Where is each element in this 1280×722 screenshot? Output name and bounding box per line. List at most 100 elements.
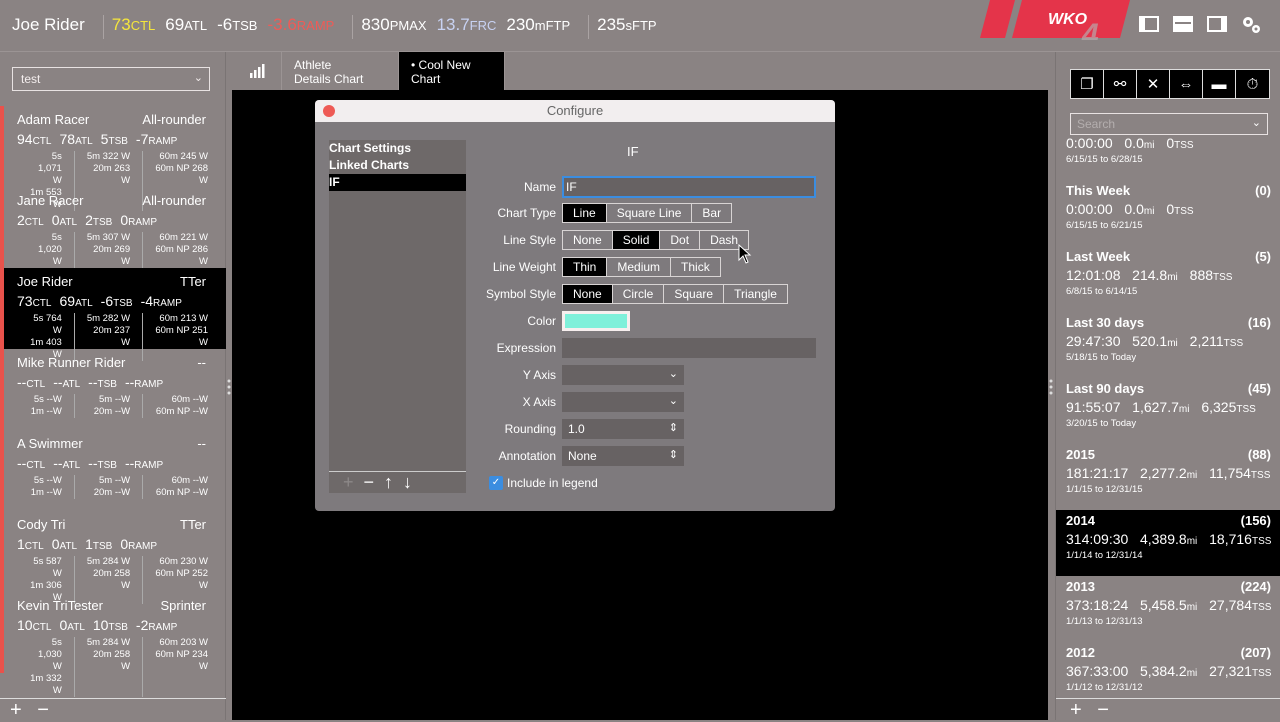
athlete-name: Cody Tri [17,517,66,532]
athlete-card[interactable]: Mike Runner Rider -- --CTL --ATL --TSB --RAMP… [0,349,226,430]
date-range-item[interactable]: 2015 (88) 181:21:17 2,277.2mi 11,754TSS 1/1… [1056,444,1280,510]
line-weight-option[interactable]: Thick [671,258,720,276]
right-panel-icon[interactable] [1206,14,1228,34]
chart-library-tab[interactable] [232,52,282,90]
current-athlete-name[interactable]: Joe Rider [12,15,85,35]
add-athlete-button[interactable]: + [10,699,22,721]
ctl-value: -- [17,374,27,390]
athlete-card[interactable]: A Swimmer -- --CTL --ATL --TSB --RAMP 5s --W 1m… [0,430,226,511]
rounding-select[interactable]: 1.0 ⇕ [562,419,684,439]
y-axis-select[interactable]: ⌄ [562,365,684,385]
series-list-footer: + − ↑ ↓ [329,471,466,493]
athlete-name: Joe Rider [17,274,73,289]
ramp-unit: RAMP [134,379,164,390]
distance-unit: mi [1143,206,1155,217]
stopwatch-icon[interactable]: ⏱ [1236,70,1269,98]
athlete-fitness: 2CTL 0ATL 2TSB 0RAMP [17,212,220,228]
symbol-style-option[interactable]: Square [664,285,725,303]
divider [352,15,354,39]
line-weight-option[interactable]: Medium [607,258,672,276]
chain-link-icon[interactable]: ⚯ [1104,70,1137,98]
athlete-card[interactable]: Jane Racer All-rounder 2CTL 0ATL 2TSB 0RAMP 5s… [0,187,226,292]
symbol-style-option[interactable]: None [563,285,613,303]
move-up-button[interactable]: ↑ [384,472,393,493]
dialog-titlebar[interactable]: Configure [315,100,835,122]
date-range-item[interactable]: Last 30 days (16) 29:47:30 520.1mi 2,211TS… [1056,312,1280,378]
left-splitter-handle[interactable] [227,378,231,398]
color-swatch [565,314,627,328]
athlete-group-select[interactable]: test ⌄ [12,67,210,91]
series-list-item[interactable]: IF [329,174,466,191]
annotation-select[interactable]: None ⇕ [562,446,684,466]
name-input[interactable] [562,176,816,198]
crossed-tools-icon[interactable]: ✕ [1137,70,1170,98]
athlete-fitness: --CTL --ATL --TSB --RAMP [17,374,220,390]
line-style-option[interactable]: Dot [660,231,701,249]
metric-sftp: 235sFTP [597,15,657,34]
athlete-card[interactable]: Cody Tri TTer 1CTL 0ATL 1TSB 0RAMP 5s 587 W 1m … [0,511,226,604]
range-distance: 0.0 [1124,135,1144,151]
date-range-item[interactable]: This Week (0) 0:00:00 0.0mi 0TSS 6/15/15 to… [1056,180,1280,246]
range-dates: 1/1/12 to 12/31/12 [1066,682,1143,693]
athlete-card[interactable]: Joe Rider TTer 73CTL 69ATL -6TSB -4RAMP 5s 764… [0,268,226,361]
series-list-item[interactable]: Chart Settings [329,140,466,157]
line-weight-label: Line Weight [492,260,556,274]
right-splitter-handle[interactable] [1049,378,1053,398]
ctl-unit: CTL [26,379,46,390]
tab-athlete-details-chart[interactable]: Athlete Details Chart [282,52,399,90]
chevron-down-icon: ⌄ [193,72,203,84]
include-in-legend-checkbox[interactable]: ✓ [489,476,503,490]
line-style-option[interactable]: Solid [612,231,661,249]
line-weight-option[interactable]: Thin [563,258,608,276]
double-arrow-icon[interactable]: ⇔ [1170,70,1203,98]
tss-unit: TSS [1251,602,1272,613]
remove-range-button[interactable]: − [1097,699,1109,721]
range-distance: 4,389.8 [1139,531,1187,547]
athlete-card[interactable]: Adam Racer All-rounder 94CTL 78ATL 5TSB -7RAM… [0,106,226,211]
chart-type-option[interactable]: Line [563,204,607,222]
toolbox-icon[interactable]: ▬ [1203,70,1236,98]
gears-icon[interactable] [1240,14,1262,34]
athlete-type: Sprinter [160,598,206,613]
x-axis-select[interactable]: ⌄ [562,392,684,412]
series-list-item[interactable]: Linked Charts [329,157,466,174]
chart-type-option[interactable]: Square Line [606,204,693,222]
athlete-name: Kevin TriTester [17,598,103,613]
add-range-button[interactable]: + [1070,699,1082,721]
expression-input[interactable] [562,338,816,358]
tsb-unit: TSB [92,541,113,552]
atl-unit: ATL [62,460,81,471]
date-range-item[interactable]: Last Week (5) 12:01:08 214.8mi 888TSS 6/8/1… [1056,246,1280,312]
range-count: (156) [1240,513,1271,528]
metric-pmax: 830PMAX [361,15,426,35]
symbol-style-option[interactable]: Circle [612,285,665,303]
date-range-item[interactable]: Last 90 days (45) 91:55:07 1,627.7mi 6,325… [1056,378,1280,444]
metric-atl: 69ATL [165,15,207,35]
date-range-item[interactable]: 2014 (156) 314:09:30 4,389.8mi 18,716TSS 1/… [1056,510,1280,576]
athlete-card[interactable]: Kevin TriTester Sprinter 10CTL 0ATL 10TSB -2R… [0,592,226,697]
athlete-name: Mike Runner Rider [17,355,126,370]
move-down-button[interactable]: ↓ [403,472,412,493]
left-panel-icon[interactable] [1138,14,1160,34]
range-tss: 11,754 [1209,465,1251,481]
chevron-down-icon: ⌄ [668,395,678,407]
chart-type-option[interactable]: Bar [692,204,732,222]
close-button[interactable] [323,105,335,117]
date-range-item[interactable]: 2013 (224) 373:18:24 5,458.5mi 27,784TSS 1/… [1056,576,1280,642]
tab-cool-new-chart[interactable]: • Cool New Chart [399,52,505,90]
add-series-button[interactable]: + [343,472,354,493]
power-5m: 5m 282 W [86,313,131,324]
remove-series-button[interactable]: − [364,472,375,493]
date-range-search[interactable]: Search ⌄ [1070,113,1268,135]
tss-unit: TSS [1251,536,1272,547]
symbol-style-option[interactable]: Triangle [724,285,787,303]
power-60m-np: 60m NP --W [155,487,208,498]
line-style-option[interactable]: None [563,231,613,249]
chart-type-label: Chart Type [497,206,556,220]
remove-athlete-button[interactable]: − [37,699,49,721]
copy-check-icon[interactable]: ❐ [1071,70,1104,98]
date-range-item[interactable]: 0:00:00 0.0mi 0TSS 6/15/15 to 6/28/15 [1056,135,1280,180]
color-well[interactable] [562,311,630,331]
power-60m: 60m 230 W [159,556,208,567]
top-panel-icon[interactable] [1172,14,1194,34]
